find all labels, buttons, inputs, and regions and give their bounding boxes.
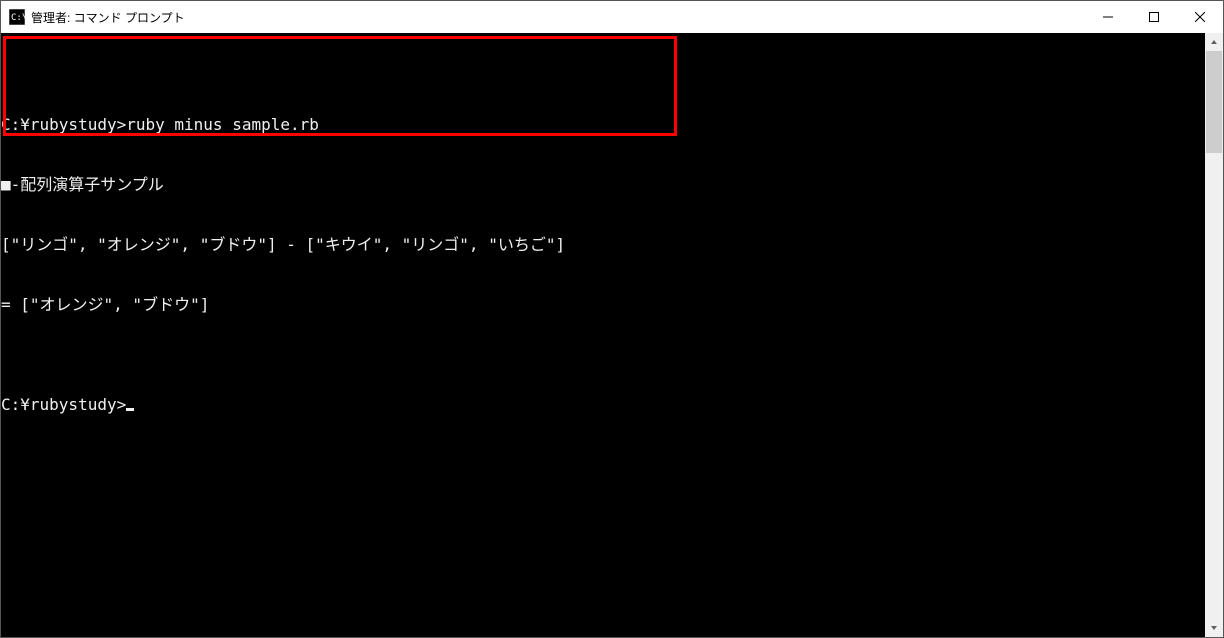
scrollbar-thumb[interactable]: [1206, 51, 1222, 153]
scroll-up-button[interactable]: [1205, 33, 1223, 51]
client-area: C:¥rubystudy>ruby minus_sample.rb ■-配列演算…: [1, 33, 1223, 637]
window-title: 管理者: コマンド プロンプト: [31, 9, 185, 26]
terminal-prompt-text: C:¥rubystudy>: [1, 395, 126, 414]
terminal-line: C:¥rubystudy>ruby minus_sample.rb: [1, 115, 1205, 135]
terminal-line: ■-配列演算子サンプル: [1, 175, 1205, 195]
cmd-icon: C:\: [9, 9, 25, 25]
maximize-button[interactable]: [1131, 1, 1177, 33]
terminal-output[interactable]: C:¥rubystudy>ruby minus_sample.rb ■-配列演算…: [1, 33, 1205, 637]
minimize-button[interactable]: [1085, 1, 1131, 33]
scrollbar-track[interactable]: [1205, 51, 1223, 619]
scroll-down-button[interactable]: [1205, 619, 1223, 637]
close-button[interactable]: [1177, 1, 1223, 33]
titlebar[interactable]: C:\ 管理者: コマンド プロンプト: [1, 1, 1223, 33]
terminal-prompt-line: C:¥rubystudy>: [1, 395, 1205, 415]
terminal-line: = ["オレンジ", "ブドウ"]: [1, 295, 1205, 315]
terminal-line: ["リンゴ", "オレンジ", "ブドウ"] - ["キウイ", "リンゴ", …: [1, 235, 1205, 255]
svg-text:C:\: C:\: [11, 13, 25, 23]
cursor-icon: [126, 408, 134, 411]
command-prompt-window: C:\ 管理者: コマンド プロンプト C:¥rubystudy>ruby mi…: [0, 0, 1224, 638]
vertical-scrollbar[interactable]: [1205, 33, 1223, 637]
